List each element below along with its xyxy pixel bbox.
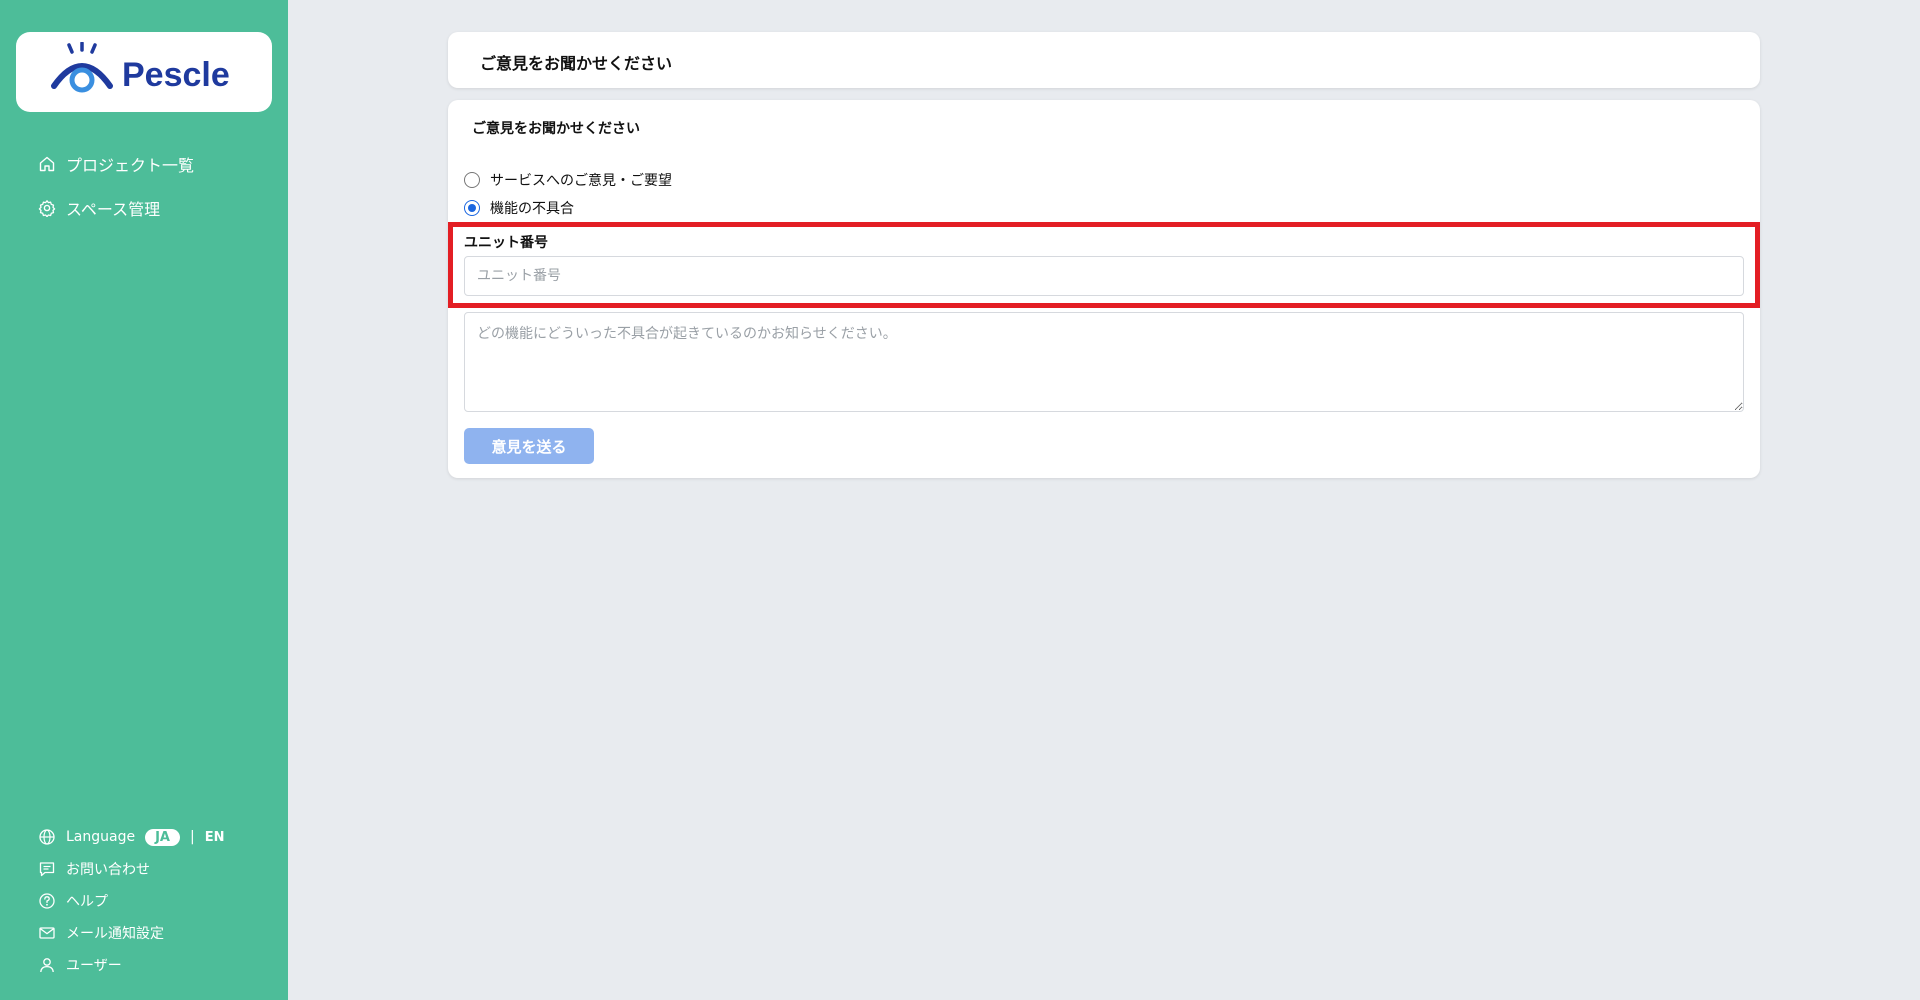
- sidebar: Pescle プロジェクト一覧 スペース管理 Language JA | EN: [0, 0, 288, 1000]
- sidebar-item-label: お問い合わせ: [66, 862, 150, 878]
- submit-feedback-button[interactable]: 意見を送る: [464, 428, 594, 464]
- sidebar-item-label: メール通知設定: [66, 926, 164, 942]
- nav-item-projects[interactable]: プロジェクト一覧: [38, 152, 194, 176]
- logo-text: Pescle: [122, 56, 230, 94]
- home-icon: [38, 155, 56, 173]
- main-nav: プロジェクト一覧 スペース管理: [38, 152, 194, 240]
- language-option-en[interactable]: EN: [205, 830, 225, 845]
- pescle-logo[interactable]: Pescle: [16, 32, 272, 112]
- radio-label: サービスへのご意見・ご要望: [490, 173, 672, 189]
- help-icon: [38, 892, 56, 910]
- radio-button[interactable]: [464, 172, 480, 188]
- sidebar-footer: Language JA | EN お問い合わせ ヘルプ メール通知設定 ユーザー: [38, 826, 224, 986]
- nav-item-space-management[interactable]: スペース管理: [38, 196, 194, 220]
- gear-icon: [38, 199, 56, 217]
- sidebar-item-contact[interactable]: お問い合わせ: [38, 858, 224, 880]
- radio-option-service-feedback[interactable]: サービスへのご意見・ご要望: [464, 170, 672, 190]
- mail-icon: [38, 924, 56, 942]
- page-title: ご意見をお聞かせください: [480, 54, 673, 73]
- language-label: Language: [66, 829, 136, 845]
- globe-icon: [38, 828, 56, 846]
- radio-option-bug-report[interactable]: 機能の不具合: [464, 198, 574, 218]
- unit-number-input[interactable]: [464, 256, 1744, 296]
- page-header-card: ご意見をお聞かせください: [448, 32, 1760, 88]
- form-title: ご意見をお聞かせください: [472, 121, 640, 137]
- sidebar-item-help[interactable]: ヘルプ: [38, 890, 224, 912]
- sidebar-item-label: ユーザー: [66, 958, 122, 974]
- unit-number-label: ユニット番号: [464, 235, 548, 251]
- logo-icon: Pescle: [51, 42, 230, 94]
- language-option-ja[interactable]: JA: [145, 828, 180, 846]
- radio-button-checked[interactable]: [464, 200, 480, 216]
- nav-item-label: プロジェクト一覧: [66, 156, 195, 175]
- sidebar-item-mail-settings[interactable]: メール通知設定: [38, 922, 224, 944]
- radio-label: 機能の不具合: [490, 201, 574, 217]
- sidebar-item-label: ヘルプ: [66, 894, 108, 910]
- feedback-form-card: ご意見をお聞かせください サービスへのご意見・ご要望 機能の不具合 ユニット番号…: [448, 100, 1760, 478]
- sidebar-item-user[interactable]: ユーザー: [38, 954, 224, 976]
- chat-icon: [38, 860, 56, 878]
- nav-item-label: スペース管理: [66, 200, 161, 219]
- details-textarea[interactable]: [464, 312, 1744, 412]
- user-icon: [38, 956, 56, 974]
- language-separator: |: [190, 829, 195, 845]
- language-switcher: Language JA | EN: [38, 826, 224, 848]
